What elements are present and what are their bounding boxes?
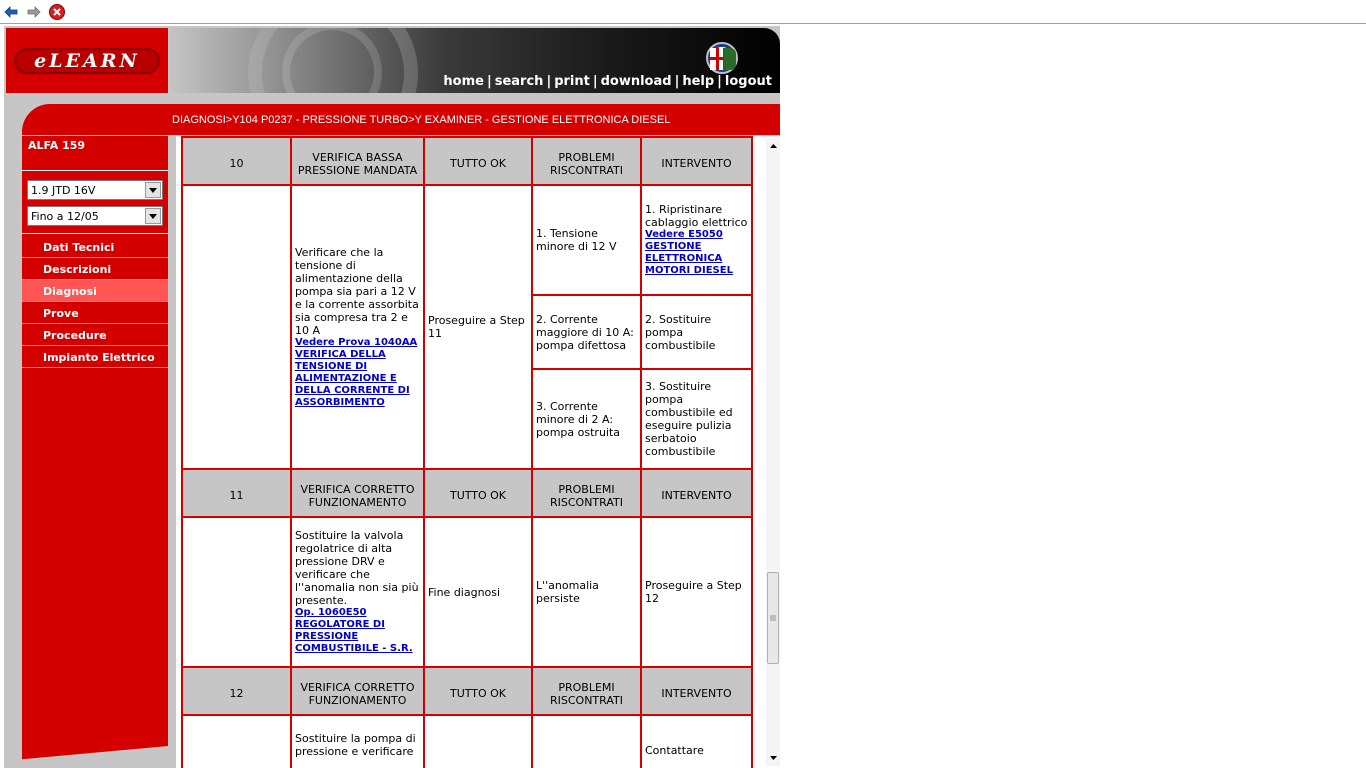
diagnosis-table: 10 VERIFICA BASSA PRESSIONE MANDATA TUTT… [181,136,753,768]
sidebar-item-dati-tecnici[interactable]: Dati Tecnici [22,236,168,258]
sidebar-bottom-decoration [22,746,168,768]
step-header-row: 10 VERIFICA BASSA PRESSIONE MANDATA TUTT… [181,136,753,186]
problems-header: PROBLEMI RISCONTRATI [531,136,642,186]
ok-header: TUTTO OK [423,468,533,518]
empty-cell [181,184,292,470]
nav-search-link[interactable]: search [495,74,544,89]
sidebar-item-diagnosi[interactable]: Diagnosi [22,280,168,302]
step-description: Sostituire la valvola regolatrice di alt… [295,529,419,607]
fix-cell: Contattare [640,714,753,768]
step-number: 10 [181,136,292,186]
procedure-link[interactable]: Vedere E5050 GESTIONE ELETTRONICA MOTORI… [645,229,748,277]
problems-header: PROBLEMI RISCONTRATI [531,666,642,716]
step-title: VERIFICA CORRETTO FUNZIONAMENTO [290,468,425,518]
scroll-down-arrow-icon[interactable] [766,750,780,766]
nav-download-link[interactable]: download [601,74,672,89]
step-body-row: Sostituire la pompa di pressione e verif… [181,714,753,768]
date-select-value: Fino a 12/05 [31,210,99,223]
step-header-row: 12 VERIFICA CORRETTO FUNZIONAMENTO TUTTO… [181,666,753,716]
sidebar-item-procedure[interactable]: Procedure [22,324,168,346]
breadcrumb: DIAGNOSI>Y104 P0237 - PRESSIONE TURBO>Y … [172,114,671,126]
step-body-row: Sostituire la valvola regolatrice di alt… [181,516,753,668]
ok-header: TUTTO OK [423,136,533,186]
nav-help-link[interactable]: help [682,74,714,89]
fix-cell: Proseguire a Step 12 [640,516,753,668]
sidebar-divider [22,233,168,234]
problem-cell: 2. Corrente maggiore di 10 A: pompa dife… [531,294,642,370]
breadcrumb-left-spacer [6,103,22,133]
top-navigation: home | search | print | download | help | logout [443,74,772,89]
fix-cell: 2. Sostituire pompa combustibile [640,294,753,370]
fix-cell: 3. Sostituire pompa combustibile ed eseg… [640,368,753,470]
nav-home-link[interactable]: home [443,74,484,89]
breadcrumb-bar: DIAGNOSI>Y104 P0237 - PRESSIONE TURBO>Y … [22,104,780,135]
header-divider [6,95,780,103]
operation-link[interactable]: Op. 1060E50 REGOLATORE DI PRESSIONE COMB… [295,607,420,655]
problem-cell: 1. Tensione minore di 12 V [531,184,642,296]
chevron-down-icon[interactable] [145,182,161,198]
vertical-scrollbar[interactable] [766,138,780,766]
sidebar-item-impianto-elettrico[interactable]: Impianto Elettrico [22,346,168,368]
intervention-header: INTERVENTO [640,136,753,186]
sidebar-item-descrizioni[interactable]: Descrizioni [22,258,168,280]
date-select[interactable]: Fino a 12/05 [27,206,163,226]
scroll-up-arrow-icon[interactable] [766,138,780,154]
fix-text: 1. Ripristinare cablaggio elettrico [645,203,748,229]
close-icon[interactable] [49,4,65,20]
ok-header: TUTTO OK [423,666,533,716]
nav-print-link[interactable]: print [554,74,590,89]
fix-cell: 1. Ripristinare cablaggio elettrico Vede… [640,184,753,296]
browser-toolbar [0,0,1366,24]
nav-logout-link[interactable]: logout [725,74,772,89]
sidebar-divider [22,170,168,171]
step-number: 11 [181,468,292,518]
logo-text: eLEARN [34,49,140,72]
step-header-row: 11 VERIFICA CORRETTO FUNZIONAMENTO TUTTO… [181,468,753,518]
problem-cell: 3. Corrente minore di 2 A: pompa ostruit… [531,368,642,470]
step-description-cell: Sostituire la valvola regolatrice di alt… [290,516,425,668]
header-banner: home | search | print | download | help | logout [170,28,780,93]
intervention-header: INTERVENTO [640,666,753,716]
forward-arrow-icon[interactable] [26,4,42,20]
step-title: VERIFICA BASSA PRESSIONE MANDATA [290,136,425,186]
scrollbar-thumb[interactable] [767,572,779,664]
engine-select-value: 1.9 JTD 16V [31,184,96,197]
sidebar: ALFA 159 1.9 JTD 16V Fino a 12/05 Dati T… [22,136,168,768]
step-description-cell: Verificare che la tensione di alimentazi… [290,184,425,470]
step-description: Sostituire la pompa di pressione e verif… [290,714,425,768]
banner-emblem-inner-decoration [282,28,382,93]
engine-select[interactable]: 1.9 JTD 16V [27,180,163,200]
back-arrow-icon[interactable] [3,4,19,20]
problem-cell: L''anomalia persiste [531,516,642,668]
step-description: Verificare che la tensione di alimentazi… [295,245,419,337]
step-body-row: Verificare che la tensione di alimentazi… [181,184,753,470]
ok-action: Proseguire a Step 11 [423,184,533,470]
step-number: 12 [181,666,292,716]
empty-cell [423,714,533,768]
ok-action: Fine diagnosi [423,516,533,668]
empty-cell [181,714,292,768]
sidebar-item-prove[interactable]: Prove [22,302,168,324]
problems-header: PROBLEMI RISCONTRATI [531,468,642,518]
empty-cell [531,714,642,768]
content-frame: 10 VERIFICA BASSA PRESSIONE MANDATA TUTT… [176,136,780,768]
empty-cell [181,516,292,668]
model-title: ALFA 159 [28,139,86,152]
alfa-romeo-logo-icon [706,42,738,74]
elearn-logo[interactable]: eLEARN [6,28,168,93]
chevron-down-icon[interactable] [145,208,161,224]
sidebar-menu: Dati Tecnici Descrizioni Diagnosi Prove … [22,236,168,368]
elearn-app: eLEARN home | search | print | download | help | l… [4,26,780,768]
step-title: VERIFICA CORRETTO FUNZIONAMENTO [290,666,425,716]
test-link[interactable]: Vedere Prova 1040AA VERIFICA DELLA TENSI… [295,337,420,409]
intervention-header: INTERVENTO [640,468,753,518]
